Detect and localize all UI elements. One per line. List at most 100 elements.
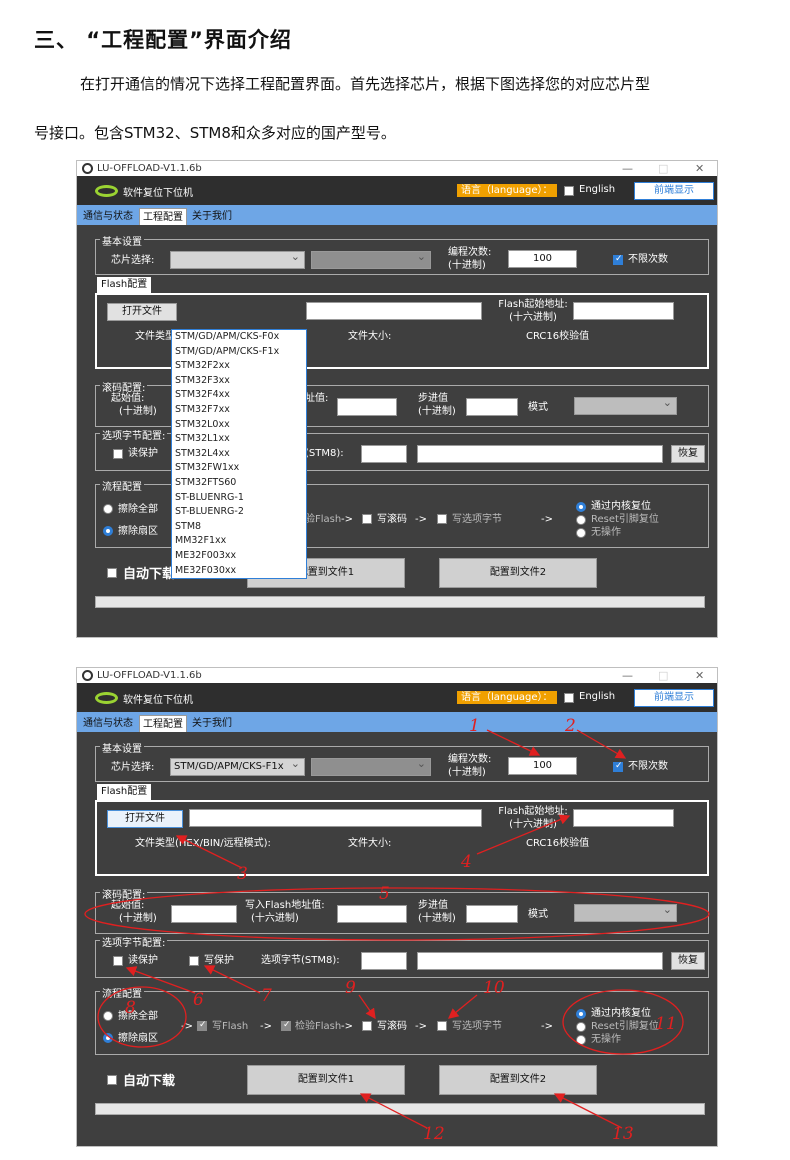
reset-core-radio[interactable] [576,1009,586,1019]
unlimited-checkbox[interactable] [613,254,623,265]
chip-option[interactable]: STM32F7xx [172,403,306,418]
chip-option[interactable]: STM32F2xx [172,359,306,374]
flow-arrow: -> [541,1021,553,1032]
tab-communication[interactable]: 通信与状态 [80,208,136,225]
unlimited-checkbox[interactable] [613,761,623,772]
maximize-icon[interactable]: □ [658,668,668,683]
chip-option[interactable]: MM32F1xx [172,534,306,549]
write-roll-checkbox[interactable] [362,514,372,524]
topmost-button[interactable]: 前端显示 [634,182,714,200]
close-icon[interactable]: ✕ [695,668,704,683]
prog-count-input[interactable]: 100 [508,250,577,268]
write-addr-input[interactable] [337,398,397,416]
prog-count-input[interactable]: 100 [508,757,577,775]
start-value-input[interactable] [171,905,237,923]
restore-button[interactable]: 恢复 [671,445,705,463]
option-byte-text[interactable] [417,952,663,970]
english-checkbox[interactable] [564,186,574,196]
tab-about[interactable]: 关于我们 [189,208,235,225]
write-roll-checkbox[interactable] [362,1021,372,1031]
main-tabbar: 通信与状态 工程配置 关于我们 [77,712,717,732]
chip-dropdown-list: STM/GD/APM/CKS-F0x STM/GD/APM/CKS-F1x STM3… [171,329,307,580]
flash-config-tab[interactable]: Flash配置 [97,277,152,293]
chip-option[interactable]: STM8 [172,520,306,535]
chip-subtype-select[interactable] [311,756,431,776]
chip-option[interactable]: ME32F003xx [172,549,306,564]
write-addr-input[interactable] [337,905,407,923]
chip-option[interactable]: ME32F030xx [172,564,306,579]
start-value-label: 起始值: [111,393,145,404]
chip-option[interactable]: STM/GD/APM/CKS-F1x [172,345,306,360]
chip-option[interactable]: STM32FW1xx [172,461,306,476]
chip-option[interactable]: STM32F3xx [172,374,306,389]
reset-pin-radio[interactable] [576,1022,586,1032]
minimize-icon[interactable]: — [622,161,633,176]
auto-download-checkbox[interactable] [107,568,117,578]
english-checkbox[interactable] [564,693,574,703]
erase-sector-radio[interactable] [103,526,113,536]
step-input[interactable] [466,398,518,416]
flash-addr-input[interactable] [573,809,674,827]
option-byte-text[interactable] [417,445,663,463]
write-option-checkbox[interactable] [437,514,447,524]
chip-option[interactable]: STM/GD/APM/CKS-F0x [172,330,306,345]
write-flash-label: 写Flash [212,1021,249,1032]
chip-option[interactable]: ST-BLUENRG-2 [172,505,306,520]
open-file-button[interactable]: 打开文件 [107,303,177,321]
main-tabbar: 通信与状态 工程配置 关于我们 [77,205,717,225]
tab-about[interactable]: 关于我们 [189,715,235,732]
write-option-checkbox[interactable] [437,1021,447,1031]
config-file2-button[interactable]: 配置到文件2 [439,1065,597,1095]
topmost-button[interactable]: 前端显示 [634,689,714,707]
config-file1-button[interactable]: 配置到文件1 [247,1065,405,1095]
mode-select[interactable] [574,395,677,415]
open-file-button[interactable]: 打开文件 [107,810,183,828]
option-byte-input[interactable] [361,445,407,463]
option-byte-input[interactable] [361,952,407,970]
read-protect-checkbox[interactable] [113,449,123,459]
write-protect-checkbox[interactable] [189,956,199,966]
chip-select[interactable] [170,249,305,269]
reset-core-radio[interactable] [576,502,586,512]
read-protect-checkbox[interactable] [113,956,123,966]
chip-select[interactable]: STM/GD/APM/CKS-F1x [170,756,305,776]
chip-option[interactable]: STM32L1xx [172,432,306,447]
auto-download-checkbox[interactable] [107,1075,117,1085]
reset-pin-radio[interactable] [576,515,586,525]
close-icon[interactable]: ✕ [695,161,704,176]
chip-option[interactable]: STM32L4xx [172,447,306,462]
chip-option[interactable]: STM32L0xx [172,418,306,433]
no-action-radio[interactable] [576,528,586,538]
app-window-icon [82,670,93,681]
minimize-icon[interactable]: — [622,668,633,683]
window-titlebar: LU-OFFLOAD-V1.1.6b — □ ✕ [77,161,717,176]
tab-project-config[interactable]: 工程配置 [139,208,187,225]
intro-paragraph-line1: 在打开通信的情况下选择工程配置界面。首先选择芯片，根据下图选择您的对应芯片型 [80,75,651,93]
chip-option[interactable]: STM32F4xx [172,388,306,403]
erase-all-radio[interactable] [103,504,113,514]
option-byte-label-partial: (STM8): [305,448,344,459]
erase-sector-radio[interactable] [103,1033,113,1043]
no-action-radio[interactable] [576,1035,586,1045]
file-size-label: 文件大小: [348,331,392,342]
chip-option[interactable]: ST-BLUENRG-1 [172,491,306,506]
tab-communication[interactable]: 通信与状态 [80,715,136,732]
flash-config-tab[interactable]: Flash配置 [97,784,152,800]
restore-button[interactable]: 恢复 [671,952,705,970]
flash-addr-input[interactable] [573,302,674,320]
chip-option[interactable]: STM32FTS60 [172,476,306,491]
language-label: 语言（language）： [457,184,557,197]
file-path-input[interactable] [306,302,482,320]
prog-count-label: 编程次数: [448,754,492,765]
intro-paragraph-line2: 号接口。包含STM32、STM8和众多对应的国产型号。 [34,124,396,142]
file-path-input[interactable] [189,809,482,827]
mode-select[interactable] [574,902,677,922]
erase-all-radio[interactable] [103,1011,113,1021]
write-option-label: 写选项字节 [452,1021,502,1032]
annotation-12: 12 [423,1124,445,1144]
tab-project-config[interactable]: 工程配置 [139,715,187,732]
chip-subtype-select[interactable] [311,249,431,269]
config-file2-button[interactable]: 配置到文件2 [439,558,597,588]
step-input[interactable] [466,905,518,923]
maximize-icon[interactable]: □ [658,161,668,176]
